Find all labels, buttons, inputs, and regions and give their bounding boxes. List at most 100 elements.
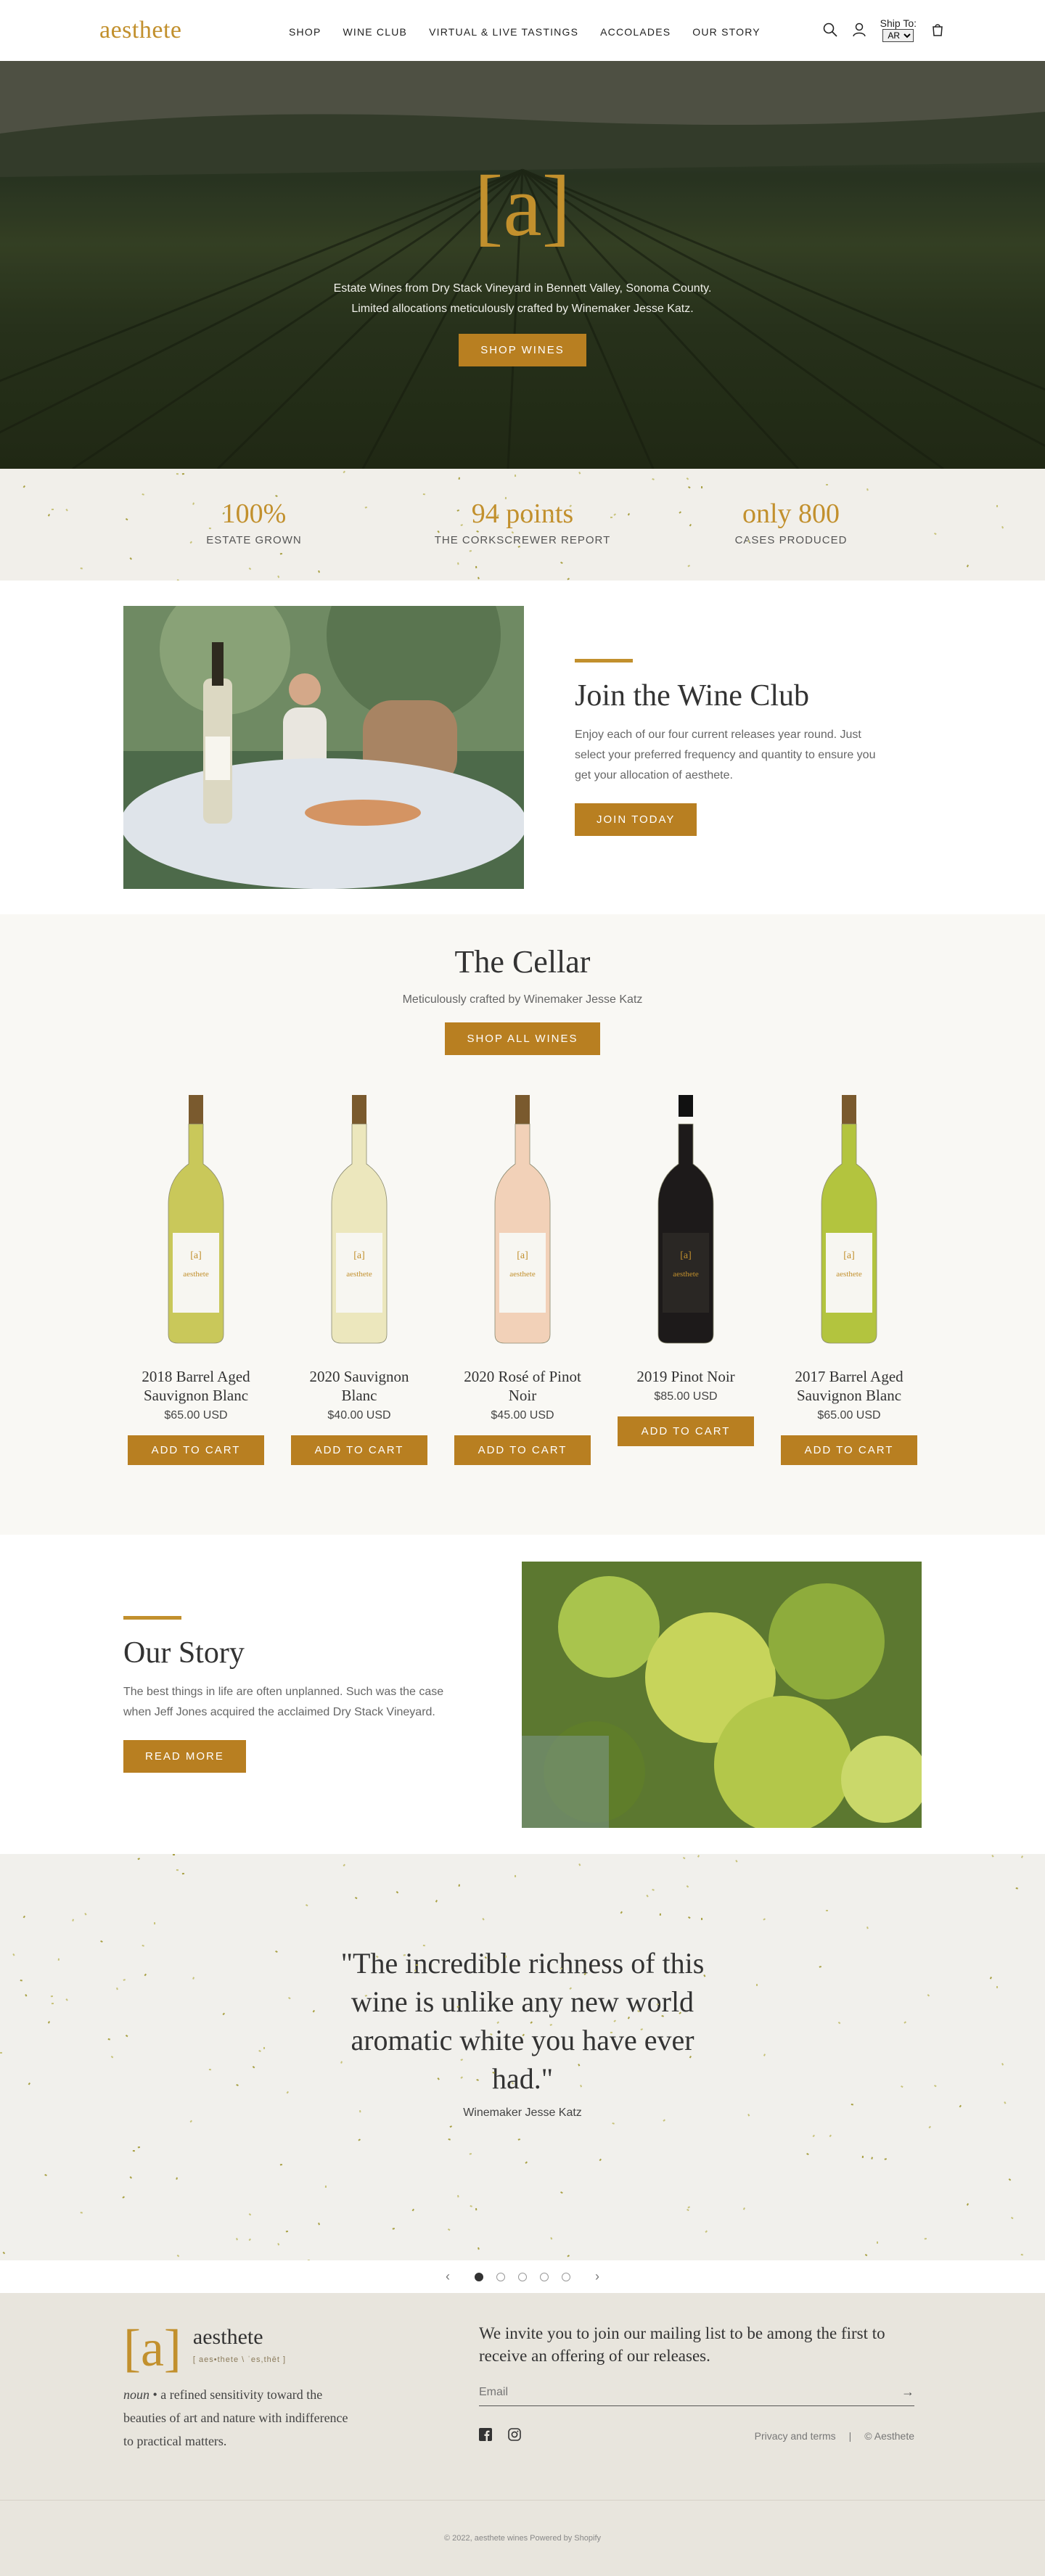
email-row: → bbox=[479, 2384, 914, 2406]
social-links bbox=[479, 2428, 524, 2444]
svg-text:aesthete: aesthete bbox=[836, 1270, 862, 1279]
definition-text: • a refined sensitivity toward the beaut… bbox=[123, 2387, 348, 2448]
stat-value: 100% bbox=[221, 499, 287, 529]
nav-accolades[interactable]: ACCOLADES bbox=[600, 26, 671, 38]
footer-definition: noun • a refined sensitivity toward the … bbox=[123, 2383, 356, 2453]
slider-dot[interactable] bbox=[496, 2272, 505, 2281]
nav-our-story[interactable]: OUR STORY bbox=[692, 26, 761, 38]
svg-text:aesthete: aesthete bbox=[673, 1270, 699, 1279]
footer-wordmark: aesthete bbox=[192, 2325, 263, 2349]
our-story-content: Our Story The best things in life are of… bbox=[123, 1616, 464, 1773]
slider-dot[interactable] bbox=[475, 2272, 483, 2281]
slider-dot[interactable] bbox=[518, 2272, 527, 2281]
privacy-link[interactable]: Privacy and terms bbox=[755, 2430, 836, 2442]
our-story-title: Our Story bbox=[123, 1636, 245, 1670]
product-card[interactable]: [a] aesthete 2017 Barrel Aged Sauvignon … bbox=[781, 1091, 917, 1465]
wine-bottle-image[interactable]: [a] aesthete bbox=[781, 1091, 917, 1345]
accent-rule bbox=[123, 1616, 181, 1620]
footer-logo-mark: [a] bbox=[123, 2319, 181, 2377]
product-name[interactable]: 2019 Pinot Noir bbox=[618, 1367, 754, 1386]
product-name[interactable]: 2020 Sauvignon Blanc bbox=[291, 1367, 427, 1405]
cellar-title: The Cellar bbox=[454, 944, 591, 980]
product-price: $65.00 USD bbox=[817, 1409, 881, 1422]
logo[interactable]: aesthete bbox=[99, 17, 182, 44]
account-icon[interactable] bbox=[851, 22, 867, 38]
slider-next-icon[interactable]: › bbox=[595, 2269, 599, 2284]
hero-line-1: Estate Wines from Dry Stack Vineyard in … bbox=[333, 282, 712, 295]
svg-text:[a]: [a] bbox=[680, 1250, 692, 1261]
main-nav: SHOP WINE CLUB VIRTUAL & LIVE TASTINGS A… bbox=[289, 26, 761, 38]
hero-content: [a] Estate Wines from Dry Stack Vineyard… bbox=[0, 163, 1045, 366]
slider-dot[interactable] bbox=[562, 2272, 570, 2281]
svg-text:[a]: [a] bbox=[843, 1250, 855, 1261]
stat-label: THE CORKSCREWER REPORT bbox=[434, 534, 611, 546]
add-to-cart-button[interactable]: ADD TO CART bbox=[291, 1435, 427, 1465]
svg-text:[a]: [a] bbox=[517, 1250, 528, 1261]
product-card[interactable]: [a] aesthete 2020 Rosé of Pinot Noir $45… bbox=[454, 1091, 591, 1465]
grape-leaves-image bbox=[522, 1561, 922, 1828]
wine-bottle-image[interactable]: [a] aesthete bbox=[618, 1091, 754, 1345]
nav-wine-club[interactable]: WINE CLUB bbox=[343, 26, 407, 38]
separator: | bbox=[848, 2430, 852, 2442]
search-icon[interactable] bbox=[822, 22, 838, 38]
product-card[interactable]: [a] aesthete 2020 Sauvignon Blanc $40.00… bbox=[291, 1091, 427, 1465]
wine-bottle-image[interactable]: [a] aesthete bbox=[128, 1091, 264, 1345]
facebook-icon[interactable] bbox=[479, 2428, 495, 2444]
site-footer: [a] aesthete [ aes•thete \ ˈes,thēt ] no… bbox=[0, 2293, 1045, 2500]
product-name[interactable]: 2017 Barrel Aged Sauvignon Blanc bbox=[781, 1367, 917, 1405]
accent-rule bbox=[575, 659, 633, 663]
add-to-cart-button[interactable]: ADD TO CART bbox=[128, 1435, 264, 1465]
svg-text:aesthete: aesthete bbox=[509, 1270, 536, 1279]
stats-bar: 100% ESTATE GROWN 94 points THE CORKSCRE… bbox=[0, 469, 1045, 581]
product-grid: [a] aesthete 2018 Barrel Aged Sauvignon … bbox=[0, 1091, 1045, 1465]
stat-points: 94 points THE CORKSCREWER REPORT bbox=[388, 498, 657, 581]
copyright-short: © Aesthete bbox=[864, 2430, 914, 2442]
product-price: $85.00 USD bbox=[654, 1390, 718, 1403]
product-price: $45.00 USD bbox=[491, 1409, 554, 1422]
ship-to: Ship To: AR bbox=[880, 17, 917, 42]
header-icons: Ship To: AR bbox=[822, 17, 946, 42]
email-field[interactable] bbox=[479, 2384, 871, 2400]
read-more-button[interactable]: READ MORE bbox=[123, 1740, 246, 1773]
ship-to-select[interactable]: AR bbox=[882, 29, 914, 42]
stat-estate: 100% ESTATE GROWN bbox=[120, 498, 388, 581]
stat-value: only 800 bbox=[742, 499, 840, 529]
stat-cases: only 800 CASES PRODUCED bbox=[657, 498, 925, 581]
slider-controls: ‹ › bbox=[0, 2260, 1045, 2293]
definition-prefix: noun bbox=[123, 2387, 149, 2402]
product-name[interactable]: 2020 Rosé of Pinot Noir bbox=[454, 1367, 591, 1405]
nav-tastings[interactable]: VIRTUAL & LIVE TASTINGS bbox=[429, 26, 578, 38]
svg-text:[a]: [a] bbox=[353, 1250, 365, 1261]
nav-shop[interactable]: SHOP bbox=[289, 26, 321, 38]
instagram-icon[interactable] bbox=[508, 2428, 524, 2444]
submit-arrow-icon[interactable]: → bbox=[901, 2384, 914, 2400]
wine-club-image bbox=[123, 606, 524, 889]
shop-all-wines-button[interactable]: SHOP ALL WINES bbox=[445, 1022, 600, 1055]
copyright-text: © 2022, aesthete wines Powered by Shopif… bbox=[443, 2534, 601, 2543]
wine-club-content: Join the Wine Club Enjoy each of our fou… bbox=[575, 659, 880, 836]
product-card[interactable]: [a] aesthete 2018 Barrel Aged Sauvignon … bbox=[128, 1091, 264, 1465]
svg-text:aesthete: aesthete bbox=[346, 1270, 372, 1279]
slider-dot[interactable] bbox=[540, 2272, 549, 2281]
footer-brand-block: [a] aesthete [ aes•thete \ ˈes,thēt ] no… bbox=[123, 2322, 414, 2500]
add-to-cart-button[interactable]: ADD TO CART bbox=[781, 1435, 917, 1465]
slider-prev-icon[interactable]: ‹ bbox=[446, 2269, 450, 2284]
ship-to-label: Ship To: bbox=[880, 17, 917, 29]
wine-bottle-image[interactable]: [a] aesthete bbox=[454, 1091, 591, 1345]
shop-wines-button[interactable]: SHOP WINES bbox=[459, 334, 586, 366]
testimonial-author: Winemaker Jesse Katz bbox=[463, 2107, 582, 2119]
stat-label: ESTATE GROWN bbox=[206, 534, 302, 546]
wine-club-section: Join the Wine Club Enjoy each of our fou… bbox=[0, 581, 1045, 914]
hero-logo-mark: [a] bbox=[474, 157, 571, 254]
stat-label: CASES PRODUCED bbox=[734, 534, 848, 546]
product-card[interactable]: [a] aesthete 2019 Pinot Noir $85.00 USD … bbox=[618, 1091, 754, 1465]
product-name[interactable]: 2018 Barrel Aged Sauvignon Blanc bbox=[128, 1367, 264, 1405]
wine-bottle-image[interactable]: [a] aesthete bbox=[291, 1091, 427, 1345]
add-to-cart-button[interactable]: ADD TO CART bbox=[618, 1416, 754, 1446]
svg-text:aesthete: aesthete bbox=[183, 1270, 209, 1279]
join-today-button[interactable]: JOIN TODAY bbox=[575, 803, 697, 836]
add-to-cart-button[interactable]: ADD TO CART bbox=[454, 1435, 591, 1465]
footer-brand: [a] aesthete [ aes•thete \ ˈes,thēt ] bbox=[123, 2322, 414, 2374]
product-price: $65.00 USD bbox=[164, 1409, 228, 1422]
cart-icon[interactable] bbox=[930, 22, 946, 38]
